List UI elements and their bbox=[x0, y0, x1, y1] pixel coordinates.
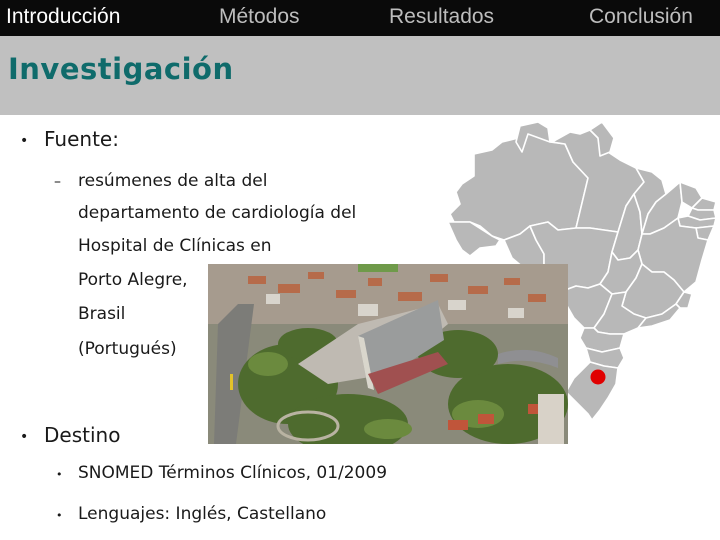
fuente-line-1: resúmenes de alta del bbox=[78, 171, 268, 191]
fuente-line-2: departamento de cardiología del bbox=[78, 203, 357, 223]
fuente-line-5: Brasil bbox=[78, 304, 126, 324]
bullet-destino-label: Destino bbox=[44, 423, 121, 447]
section-nav-bar: Introducción Métodos Resultados Conclusi… bbox=[0, 0, 720, 36]
destino-item-lenguajes: Lenguajes: Inglés, Castellano bbox=[78, 504, 327, 524]
bullet-fuente-label: Fuente: bbox=[44, 127, 119, 151]
small-bullet-icon: • bbox=[56, 468, 63, 481]
fuente-line-4: Porto Alegre, bbox=[78, 270, 188, 290]
dash-bullet-icon: – bbox=[54, 174, 61, 190]
fuente-line-3: Hospital de Clínicas en bbox=[78, 236, 272, 256]
bullet-dot-icon: • bbox=[20, 429, 29, 445]
small-bullet-icon: • bbox=[56, 509, 63, 522]
slide-title: Investigación bbox=[8, 52, 234, 86]
destino-item-snomed: SNOMED Términos Clínicos, 01/2009 bbox=[78, 463, 388, 483]
nav-item-introduccion[interactable]: Introducción bbox=[6, 5, 120, 29]
porto-alegre-marker bbox=[590, 369, 606, 385]
hospital-aerial-photo bbox=[208, 264, 568, 444]
bullet-dot-icon: • bbox=[20, 133, 29, 149]
title-band: Investigación bbox=[0, 36, 720, 115]
nav-item-metodos[interactable]: Métodos bbox=[219, 5, 300, 29]
hospital-photo-illustration bbox=[208, 264, 568, 444]
nav-item-resultados[interactable]: Resultados bbox=[389, 5, 494, 29]
nav-item-conclusion[interactable]: Conclusión bbox=[589, 5, 693, 29]
fuente-line-6: (Portugués) bbox=[78, 339, 177, 359]
state-rio-grande-do-sul bbox=[565, 361, 619, 421]
